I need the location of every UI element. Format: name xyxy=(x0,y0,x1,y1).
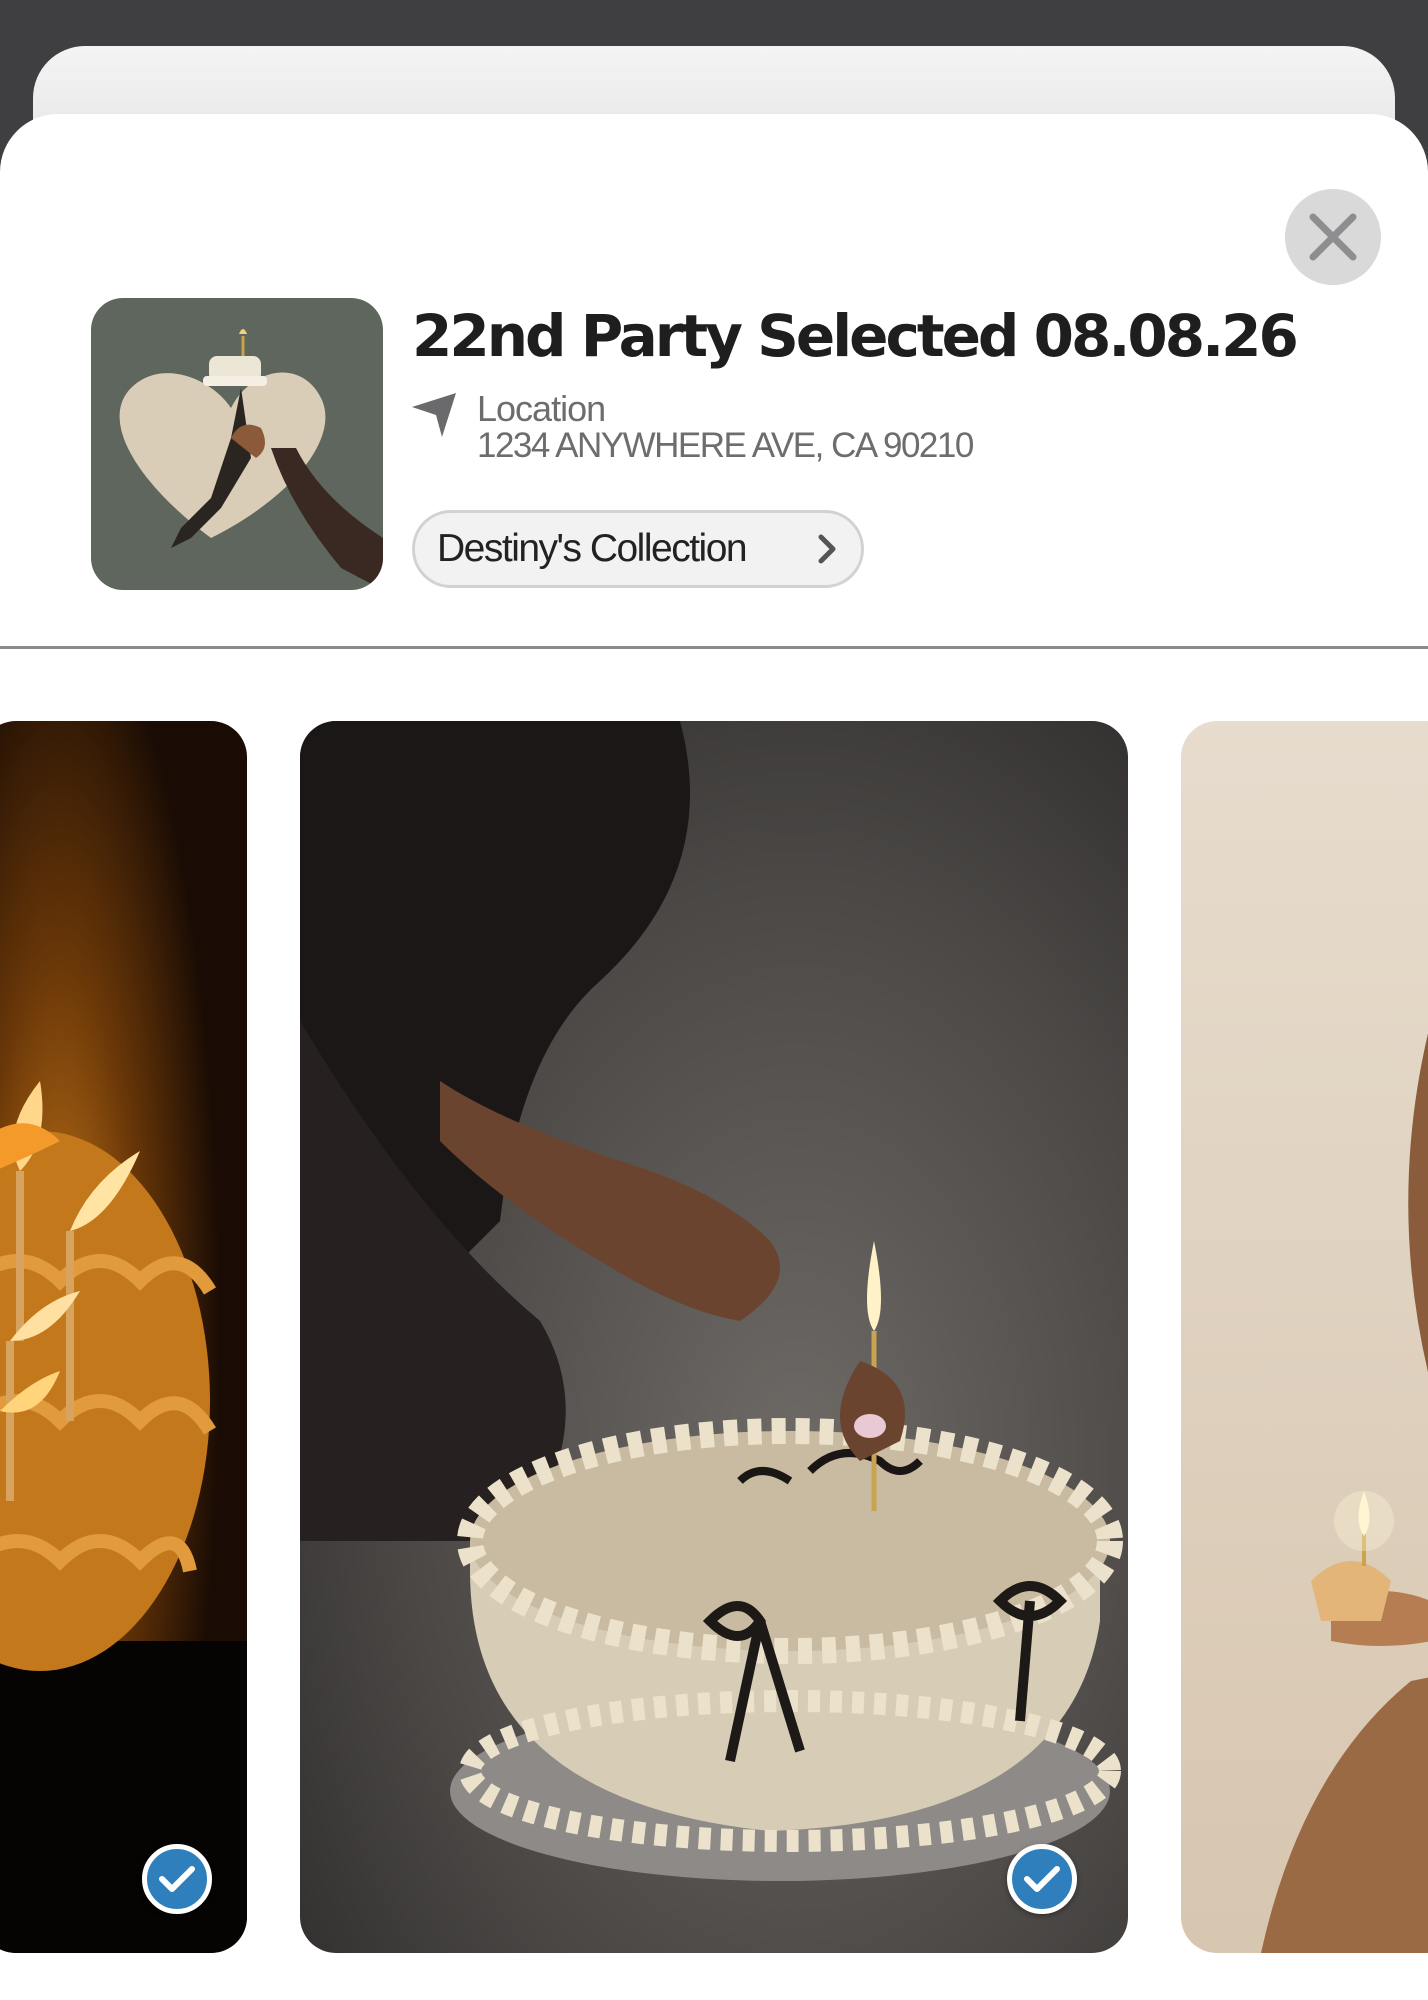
collection-button[interactable]: Destiny's Collection xyxy=(412,510,864,588)
photo-card-cupcake[interactable] xyxy=(1181,721,1428,1953)
check-icon xyxy=(159,1866,195,1892)
photo-bow-cake xyxy=(300,721,1128,1953)
photo-card-candles[interactable] xyxy=(0,721,247,1953)
event-title: 22nd Party Selected 08.08.26 xyxy=(412,302,1299,370)
close-button[interactable] xyxy=(1285,189,1381,285)
collection-label: Destiny's Collection xyxy=(437,527,748,570)
check-icon xyxy=(1024,1866,1060,1892)
selected-checkmark[interactable] xyxy=(142,1844,212,1914)
photo-card-bow-cake[interactable] xyxy=(300,721,1128,1953)
navigation-arrow-icon xyxy=(412,393,456,437)
location-address[interactable]: 1234 ANYWHERE AVE, CA 90210 xyxy=(477,426,974,466)
photo-cupcake xyxy=(1181,721,1428,1953)
event-detail-sheet: 22nd Party Selected 08.08.26 Location 12… xyxy=(0,114,1428,2000)
photo-candles-cake xyxy=(0,721,247,1953)
location-label: Location xyxy=(477,388,606,429)
close-icon xyxy=(1309,213,1357,261)
event-thumbnail[interactable] xyxy=(91,298,383,590)
divider xyxy=(0,646,1428,649)
chevron-right-icon xyxy=(818,534,836,564)
selected-checkmark[interactable] xyxy=(1007,1844,1077,1914)
